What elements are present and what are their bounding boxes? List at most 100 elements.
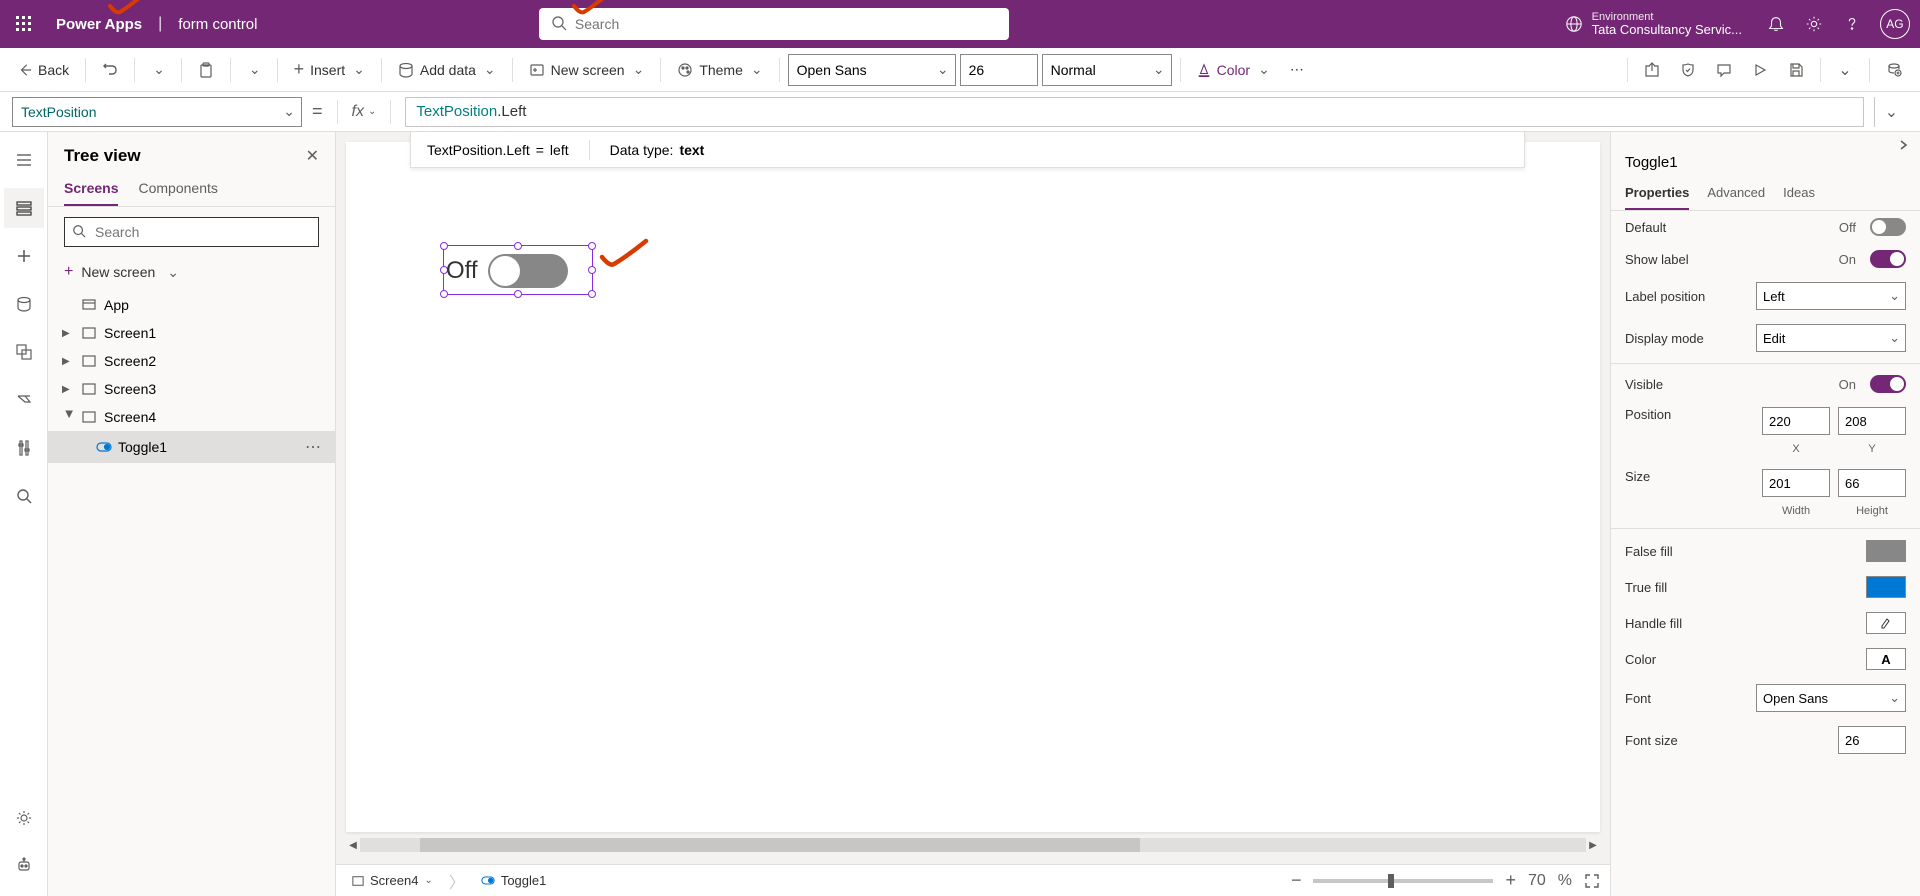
breadcrumb-screen[interactable]: Screen4 ⌄	[346, 871, 439, 890]
settings-icon[interactable]	[1804, 14, 1824, 34]
comments-icon[interactable]	[1708, 54, 1740, 86]
flows-rail-icon[interactable]	[4, 380, 44, 420]
scroll-track[interactable]	[360, 838, 1586, 852]
tools-rail-icon[interactable]	[4, 428, 44, 468]
tree-view-icon[interactable]	[4, 188, 44, 228]
horizontal-scrollbar[interactable]: ◀ ▶	[346, 838, 1600, 852]
media-rail-icon[interactable]	[4, 332, 44, 372]
fx-label[interactable]: fx⌄	[352, 103, 377, 121]
font-weight-select[interactable]: Normal⌄	[1042, 54, 1172, 86]
tree-title: Tree view	[64, 146, 306, 166]
text-color[interactable]: A	[1866, 648, 1906, 670]
insert-rail-icon[interactable]	[4, 236, 44, 276]
save-chevron[interactable]: ⌄	[1829, 54, 1861, 86]
zoom-slider[interactable]	[1313, 879, 1493, 883]
hamburger-icon[interactable]	[4, 140, 44, 180]
height-input[interactable]	[1838, 469, 1906, 497]
tree-search-input[interactable]	[64, 217, 319, 247]
default-toggle[interactable]	[1870, 218, 1906, 236]
toggle-track[interactable]	[488, 254, 568, 288]
resize-handle[interactable]	[588, 266, 596, 274]
font-size-input[interactable]	[960, 54, 1038, 86]
publish-icon[interactable]	[1878, 54, 1910, 86]
true-fill-color[interactable]	[1866, 576, 1906, 598]
save-icon[interactable]	[1780, 54, 1812, 86]
resize-handle[interactable]	[588, 290, 596, 298]
tree-item-app[interactable]: App	[48, 291, 335, 319]
tab-properties[interactable]: Properties	[1625, 177, 1689, 210]
insert-button[interactable]: + Insert ⌄	[286, 54, 373, 86]
properties-collapse[interactable]	[1611, 132, 1920, 154]
tree-item-toggle1[interactable]: Toggle1 ⋯	[48, 431, 335, 463]
display-mode-select[interactable]: Edit⌄	[1756, 324, 1906, 352]
more-button[interactable]: ⋯	[1282, 54, 1314, 86]
close-icon[interactable]: ✕	[306, 146, 319, 166]
search-input[interactable]	[539, 8, 1009, 40]
help-icon[interactable]	[1842, 14, 1862, 34]
settings-rail-icon[interactable]	[4, 798, 44, 838]
resize-handle[interactable]	[588, 242, 596, 250]
width-input[interactable]	[1762, 469, 1830, 497]
tree-item-screen1[interactable]: ▶ Screen1	[48, 319, 335, 347]
position-x-input[interactable]	[1762, 407, 1830, 435]
scroll-right-icon[interactable]: ▶	[1586, 840, 1600, 851]
formula-expand-icon[interactable]: ⌄	[1874, 97, 1908, 127]
tab-components[interactable]: Components	[138, 172, 217, 206]
user-avatar[interactable]: AG	[1880, 9, 1910, 39]
false-fill-color[interactable]	[1866, 540, 1906, 562]
label-position-select[interactable]: Left⌄	[1756, 282, 1906, 310]
color-button[interactable]: Color ⌄	[1189, 54, 1278, 86]
add-data-button[interactable]: Add data ⌄	[390, 54, 504, 86]
toolbar: Back ⌄ ⌄ + Insert ⌄ Add data ⌄ New scree…	[0, 48, 1920, 92]
breadcrumb-control[interactable]: Toggle1	[475, 871, 553, 890]
tree-item-screen2[interactable]: ▶ Screen2	[48, 347, 335, 375]
position-y-input[interactable]	[1838, 407, 1906, 435]
property-select[interactable]: TextPosition ⌄	[12, 97, 302, 127]
fit-screen-icon[interactable]	[1584, 873, 1600, 889]
resize-handle[interactable]	[514, 290, 522, 298]
font-size-input-prop[interactable]	[1838, 726, 1906, 754]
share-icon[interactable]	[1636, 54, 1668, 86]
zoom-knob[interactable]	[1388, 874, 1394, 888]
font-select-prop[interactable]: Open Sans⌄	[1756, 684, 1906, 712]
paste-button[interactable]	[190, 54, 222, 86]
zoom-out-icon[interactable]: −	[1291, 870, 1302, 891]
screen-icon	[82, 382, 98, 396]
zoom-in-icon[interactable]: +	[1505, 870, 1516, 891]
preview-icon[interactable]	[1744, 54, 1776, 86]
tab-screens[interactable]: Screens	[64, 172, 118, 206]
resize-handle[interactable]	[514, 242, 522, 250]
show-label-toggle[interactable]	[1870, 250, 1906, 268]
paste-chevron[interactable]: ⌄	[239, 54, 269, 86]
handle-fill-color[interactable]	[1866, 612, 1906, 634]
tree-new-screen[interactable]: + New screen ⌄	[48, 257, 335, 287]
font-select[interactable]: Open Sans⌄	[788, 54, 956, 86]
toggle-control[interactable]: Off	[446, 254, 568, 288]
resize-handle[interactable]	[440, 242, 448, 250]
environment-picker[interactable]: Environment Tata Consultancy Servic...	[1564, 11, 1742, 37]
notifications-icon[interactable]	[1766, 14, 1786, 34]
theme-button[interactable]: Theme ⌄	[669, 54, 770, 86]
virtual-agent-icon[interactable]	[4, 846, 44, 886]
tab-advanced[interactable]: Advanced	[1707, 177, 1765, 210]
visible-toggle[interactable]	[1870, 375, 1906, 393]
undo-chevron[interactable]: ⌄	[143, 54, 173, 86]
scroll-left-icon[interactable]: ◀	[346, 840, 360, 851]
scroll-thumb[interactable]	[420, 838, 1140, 852]
undo-button[interactable]	[94, 54, 126, 86]
tree-item-screen4[interactable]: ▶ Screen4	[48, 403, 335, 431]
new-screen-button[interactable]: New screen ⌄	[521, 54, 653, 86]
selection-box[interactable]: Off	[443, 245, 593, 295]
canvas[interactable]: Off	[346, 142, 1600, 832]
waffle-icon[interactable]	[10, 10, 38, 38]
back-button[interactable]: Back	[10, 54, 77, 86]
formula-input[interactable]: TextPosition.Left	[405, 97, 1864, 127]
app-header: Power Apps | form control Environment Ta…	[0, 0, 1920, 48]
tree-item-screen3[interactable]: ▶ Screen3	[48, 375, 335, 403]
search-rail-icon[interactable]	[4, 476, 44, 516]
tab-ideas[interactable]: Ideas	[1783, 177, 1815, 210]
more-icon[interactable]: ⋯	[305, 437, 325, 457]
data-rail-icon[interactable]	[4, 284, 44, 324]
resize-handle[interactable]	[440, 290, 448, 298]
checker-icon[interactable]	[1672, 54, 1704, 86]
